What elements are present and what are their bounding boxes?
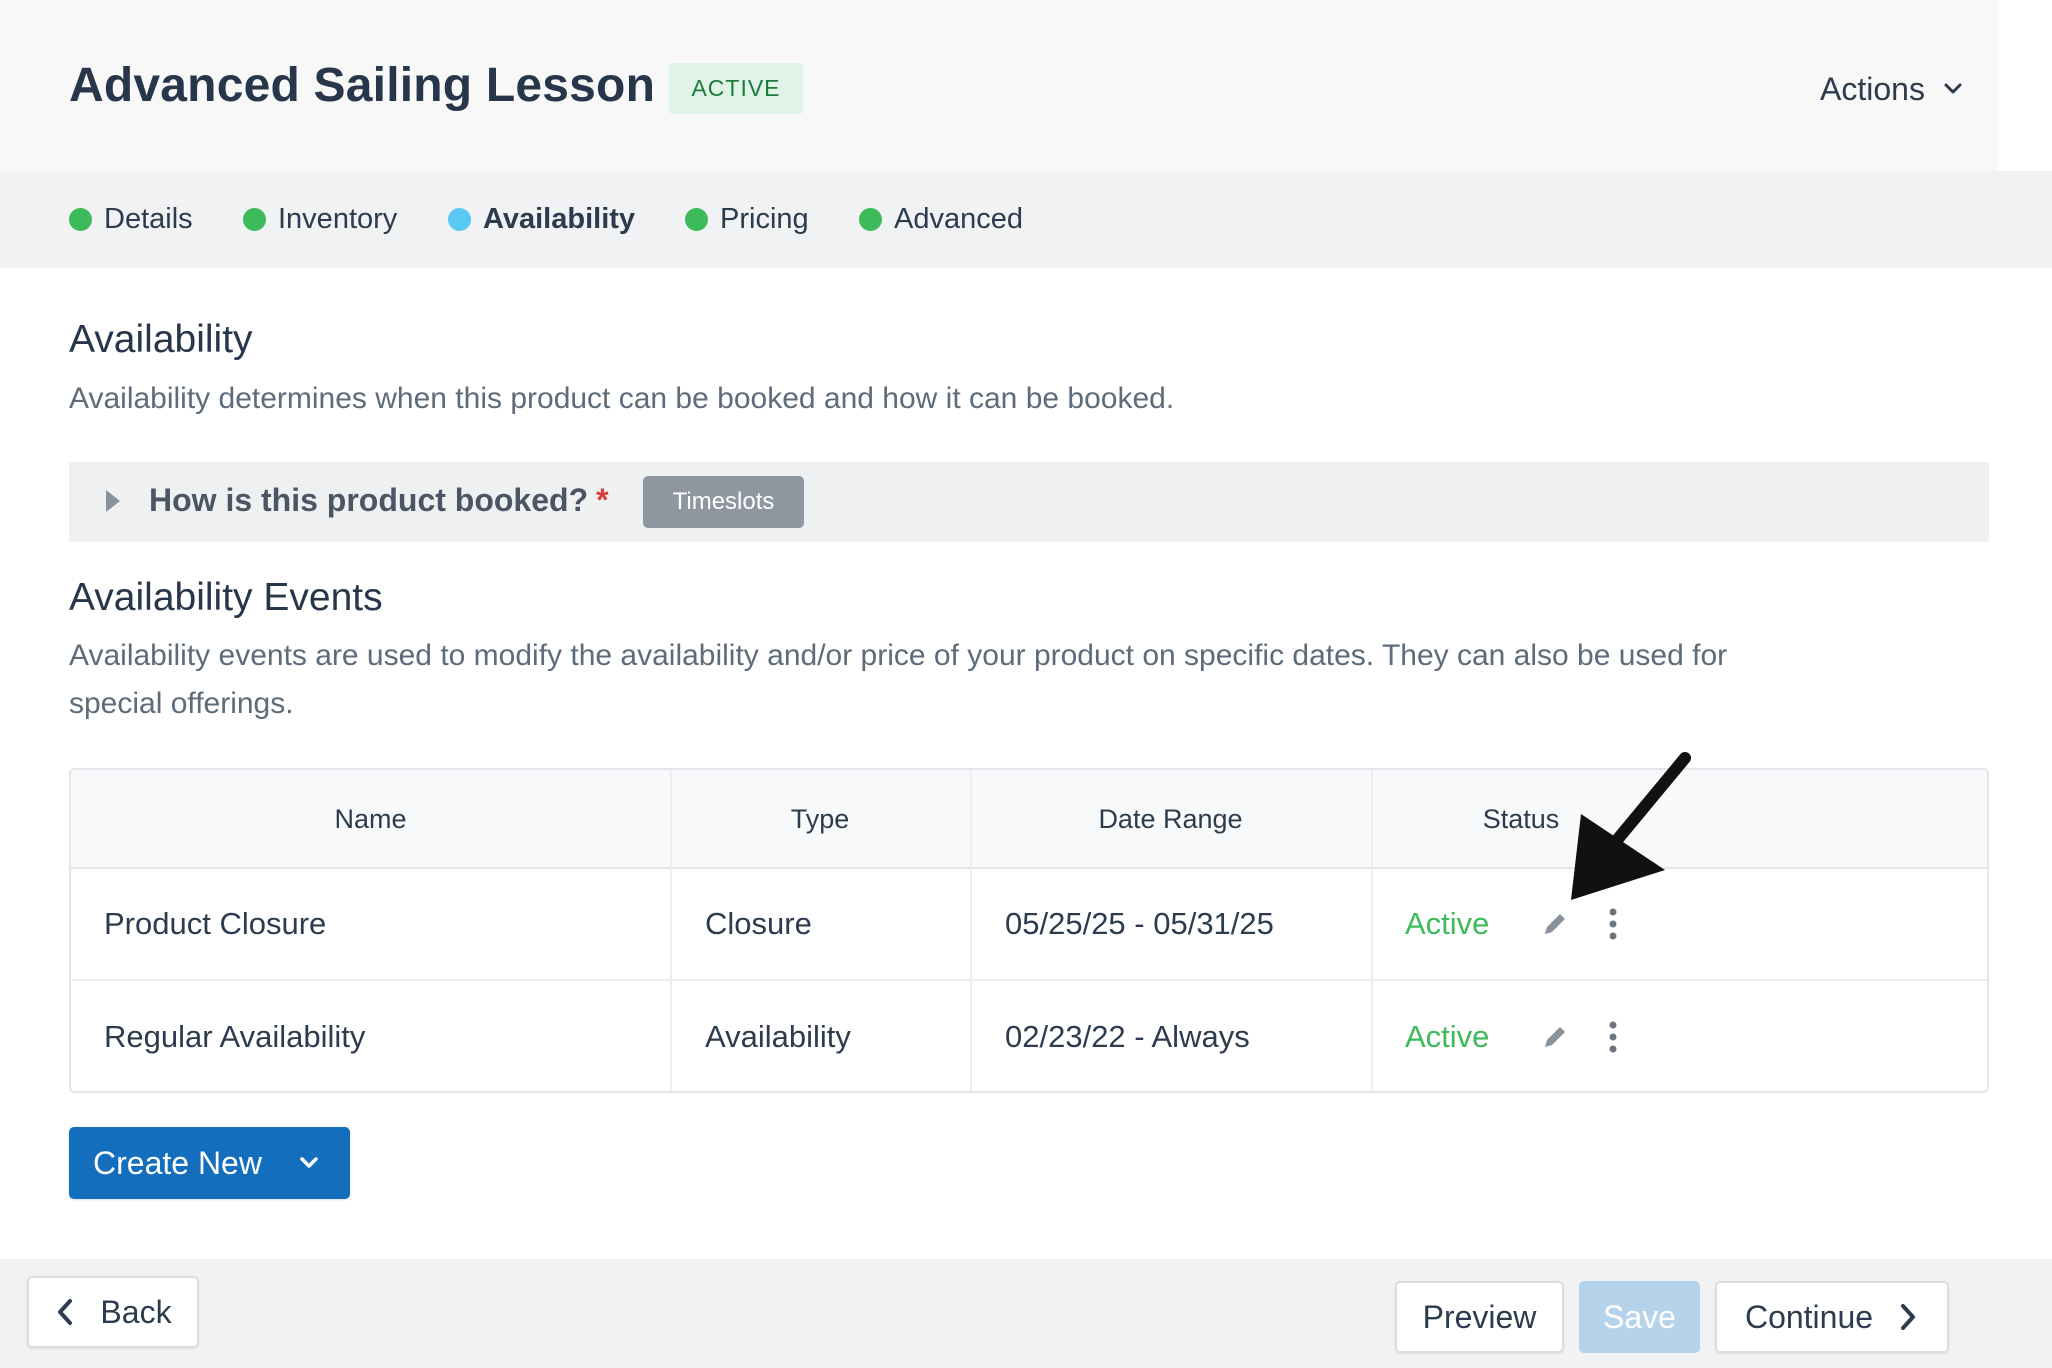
cell-type: Closure xyxy=(705,906,812,941)
cell-type: Availability xyxy=(705,1019,851,1054)
caret-right-icon[interactable] xyxy=(106,490,120,512)
step-pricing[interactable]: Pricing xyxy=(685,199,809,239)
step-complete-dot xyxy=(69,207,92,231)
pencil-icon[interactable] xyxy=(1538,1020,1572,1054)
step-complete-dot xyxy=(685,207,708,231)
availability-description: Availability determines when this produc… xyxy=(69,382,1175,415)
required-marker: * xyxy=(596,482,609,518)
save-button[interactable]: Save xyxy=(1579,1281,1700,1353)
step-details[interactable]: Details xyxy=(69,199,193,239)
cell-name: Regular Availability xyxy=(104,1019,366,1054)
step-inventory[interactable]: Inventory xyxy=(243,199,397,239)
create-new-button[interactable]: Create New xyxy=(69,1127,350,1199)
booking-method-toggle[interactable]: How is this product booked? * xyxy=(149,482,609,519)
vertical-dots-icon[interactable] xyxy=(1601,1020,1625,1054)
back-button[interactable]: Back xyxy=(27,1276,199,1348)
step-current-dot xyxy=(448,207,471,231)
step-availability[interactable]: Availability xyxy=(448,199,635,239)
create-new-label: Create New xyxy=(93,1144,262,1181)
booking-question: How is this product booked? xyxy=(149,482,589,518)
chevron-right-icon xyxy=(1901,1304,1916,1330)
events-table: Name Type Date Range Status Product Clos… xyxy=(69,768,1989,1093)
chevron-down-icon xyxy=(300,1157,318,1168)
cell-date-range: 05/25/25 - 05/31/25 xyxy=(1005,906,1274,941)
vertical-dots-icon[interactable] xyxy=(1601,907,1625,941)
events-heading: Availability Events xyxy=(69,576,383,619)
continue-button[interactable]: Continue xyxy=(1715,1281,1949,1353)
actions-dropdown[interactable]: Actions xyxy=(1820,66,1963,112)
cell-status: Active xyxy=(1405,1019,1490,1054)
preview-label: Preview xyxy=(1422,1298,1537,1335)
availability-heading: Availability xyxy=(69,318,253,361)
preview-button[interactable]: Preview xyxy=(1395,1281,1564,1353)
column-divider xyxy=(670,770,672,1091)
column-header-date-range[interactable]: Date Range xyxy=(970,770,1371,869)
annotation-arrow-icon xyxy=(1571,752,1691,900)
step-label: Advanced xyxy=(894,202,1023,235)
column-divider xyxy=(1371,770,1373,1091)
step-label: Availability xyxy=(483,202,636,235)
cell-name: Product Closure xyxy=(104,906,327,941)
back-label: Back xyxy=(100,1293,172,1330)
step-complete-dot xyxy=(859,207,882,231)
cell-status: Active xyxy=(1405,906,1490,941)
column-header-name[interactable]: Name xyxy=(71,770,670,869)
header-edge xyxy=(1998,0,2052,171)
continue-label: Continue xyxy=(1744,1298,1874,1335)
status-badge: ACTIVE xyxy=(669,63,803,114)
step-complete-dot xyxy=(243,207,266,231)
cell-date-range: 02/23/22 - Always xyxy=(1005,1019,1250,1054)
save-label: Save xyxy=(1603,1298,1676,1335)
events-description-line2: special offerings. xyxy=(69,687,294,720)
column-divider xyxy=(970,770,972,1091)
page-title: Advanced Sailing Lesson xyxy=(69,59,656,112)
step-label: Pricing xyxy=(720,202,809,235)
events-description-line1: Availability events are used to modify t… xyxy=(69,639,1728,672)
chevron-left-icon xyxy=(58,1299,73,1325)
column-header-type[interactable]: Type xyxy=(670,770,970,869)
step-label: Details xyxy=(104,202,193,235)
booking-type-badge: Timeslots xyxy=(643,476,804,528)
pencil-icon[interactable] xyxy=(1538,907,1572,941)
step-label: Inventory xyxy=(278,202,398,235)
actions-label: Actions xyxy=(1820,70,1925,107)
chevron-down-icon xyxy=(1944,83,1962,94)
step-advanced[interactable]: Advanced xyxy=(859,199,1023,239)
